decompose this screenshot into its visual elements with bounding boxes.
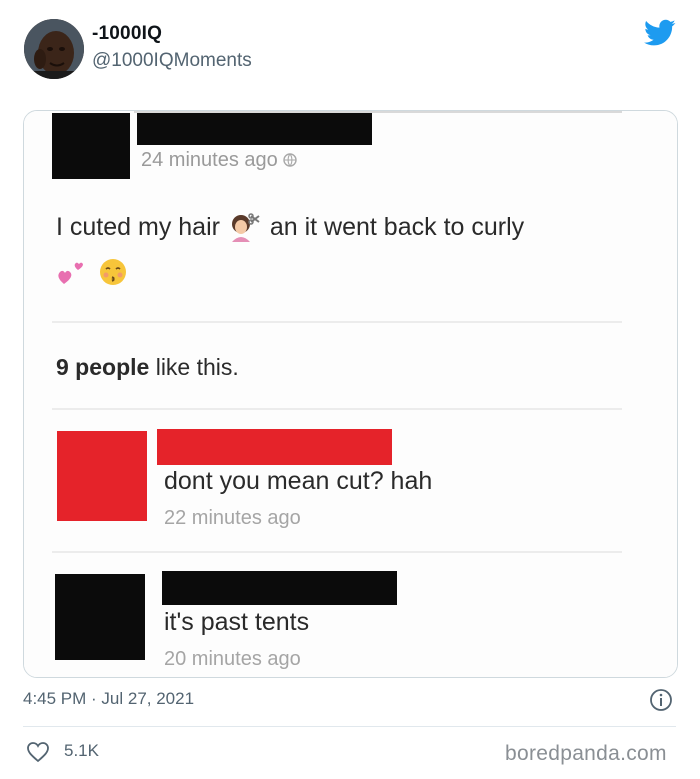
separator [52, 551, 622, 553]
kissing-face-emoji-icon [99, 258, 126, 285]
avatar[interactable] [24, 19, 84, 79]
post-text-part-2: an it went back to curly [269, 213, 525, 241]
redacted-profile-photo [52, 113, 130, 179]
haircut-emoji-icon [231, 213, 260, 243]
display-name[interactable]: -1000IQ [92, 23, 162, 45]
globe-icon [283, 153, 298, 167]
comment-time: 20 minutes ago [164, 648, 301, 670]
comment-text: dont you mean cut? hah [164, 467, 433, 495]
redacted-commenter-photo [55, 574, 145, 660]
comment-text: it's past tents [164, 608, 310, 636]
footer-divider [23, 726, 676, 727]
separator [52, 321, 622, 323]
post-text: I cuted my hair an it went back to curly [56, 211, 656, 288]
redacted-commenter-name [157, 429, 392, 465]
comment-time: 22 minutes ago [164, 507, 301, 529]
like-count[interactable]: 5.1K [64, 741, 99, 761]
tweet-timestamp[interactable]: 4:45 PM · Jul 27, 2021 [23, 689, 194, 709]
watermark: boredpanda.com [505, 742, 667, 765]
separator [52, 408, 622, 410]
tweet: -1000IQ @1000IQMoments 24 minutes ago I … [0, 0, 700, 779]
likes-summary: 9 people like this. [56, 354, 239, 381]
twitter-bird-icon[interactable] [644, 19, 676, 47]
post-text-part-1: I cuted my hair [56, 213, 220, 241]
redacted-commenter-photo [57, 431, 147, 521]
facebook-post-screenshot: 24 minutes ago I cuted my hair an it wen… [24, 111, 677, 677]
heart-icon[interactable] [26, 741, 50, 763]
embedded-image[interactable]: 24 minutes ago I cuted my hair an it wen… [23, 110, 678, 678]
handle[interactable]: @1000IQMoments [92, 50, 252, 72]
post-time: 24 minutes ago [141, 149, 298, 172]
info-icon[interactable] [649, 688, 673, 712]
avatar-image [24, 19, 84, 79]
redacted-name [137, 113, 372, 145]
likes-count: 9 people [56, 354, 150, 380]
likes-label: like this. [149, 354, 239, 380]
redacted-commenter-name [162, 571, 397, 605]
two-hearts-emoji-icon [58, 262, 83, 284]
